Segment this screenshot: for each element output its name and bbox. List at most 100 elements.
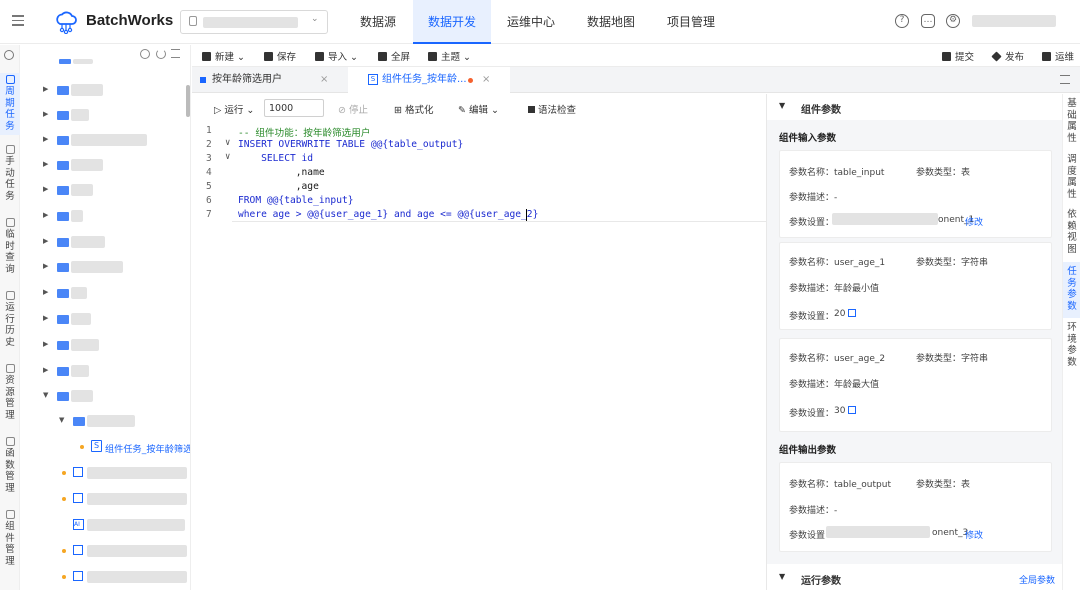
tree-folder[interactable]: ▶ [21,82,190,98]
tree-folder[interactable]: ▶ [21,157,190,173]
modify-link[interactable]: 修改 [965,528,983,541]
caret-right-icon: ▶ [43,237,49,245]
refresh-icon[interactable] [156,49,166,59]
leftnav-function-mgmt[interactable]: 函 数 管 理 [0,437,20,499]
edit-button[interactable]: ✎ 编辑 ⌄ [458,102,499,116]
format-button[interactable]: ⊞ 格式化 [394,102,434,116]
limit-input[interactable] [264,99,324,117]
edit-icon[interactable] [848,309,856,317]
leftnav-periodic-tasks[interactable]: 周 期 任 务 [0,73,20,135]
user-name-blurred[interactable] [972,15,1056,27]
project-selector[interactable]: ⌄ [180,10,328,34]
ai-file-icon: AI [73,519,84,530]
leftnav-label: 临 时 查 询 [5,229,15,275]
tree-folder[interactable]: ▶ [21,182,190,198]
help-icon[interactable]: ? [895,14,909,28]
tree-scrollbar[interactable] [186,85,190,117]
tree-file[interactable] [21,465,190,481]
message-icon[interactable]: … [921,14,935,28]
syntax-check-button[interactable]: 语法检查 [528,102,576,116]
leftnav-manual-tasks[interactable]: 手 动 任 务 [0,145,20,207]
resource-icon [5,364,15,373]
save-button[interactable]: 保存 [264,49,296,63]
input-params-title: 组件输入参数 [779,133,837,144]
tree-folder[interactable]: ▶ [21,132,190,148]
fullscreen-label: 全屏 [391,52,411,63]
panel-title: 组件参数 [801,105,841,116]
temp-query-icon [5,218,15,227]
leftnav-temp-query[interactable]: 临 时 查 询 [0,218,20,280]
tree-folder[interactable]: ▶ [21,107,190,123]
panel-header[interactable]: ▼ 组件参数 [767,94,1063,120]
tree-file[interactable] [21,543,190,559]
tab-task-params[interactable]: 任 务 参 数 [1063,262,1080,318]
nav-datasource[interactable]: 数据源 [345,0,411,44]
ops-button[interactable]: 运维 [1042,49,1074,63]
nav-data-dev[interactable]: 数据开发 [413,0,491,44]
tab-basic-props[interactable]: 基 础 属 性 [1063,96,1080,148]
fold-chevron-icon[interactable]: ∨ [225,152,230,162]
tab-component-task[interactable]: S 组件任务_按年龄... × [348,67,510,93]
search-icon[interactable] [4,50,14,60]
tab-env-params[interactable]: 环 境 参 数 [1063,320,1080,372]
stop-button[interactable]: ⊘ 停止 [338,102,368,116]
folder-name-blurred [71,236,105,248]
tree-file[interactable] [21,569,190,585]
nav-project-mgmt[interactable]: 项目管理 [656,0,726,44]
new-button[interactable]: 新建 ⌄ [202,49,245,63]
edit-icon[interactable] [848,406,856,414]
menu-toggle-icon[interactable] [12,15,24,27]
tree-file[interactable] [21,491,190,507]
locate-icon[interactable] [140,49,150,59]
fold-chevron-icon[interactable]: ∨ [225,138,230,148]
global-params-link[interactable]: 全局参数 [1019,573,1055,586]
param-name: 参数名称：user_age_2 [789,354,886,364]
modify-link[interactable]: 修改 [965,215,983,228]
publish-button[interactable]: 发布 [991,49,1024,63]
tab-dependency-view[interactable]: 依 赖 视 图 [1063,207,1080,259]
tree-folder[interactable]: ▶ [21,311,190,327]
folder-icon [57,238,69,247]
tree-file[interactable]: AI [21,517,190,533]
leftnav-resource-mgmt[interactable]: 资 源 管 理 [0,364,20,426]
folder-name-blurred [71,287,87,299]
submit-button[interactable]: 提交 [942,49,974,63]
tree-folder[interactable]: ▶ [21,208,190,224]
tree-folder[interactable]: ▶ [21,363,190,379]
text-cursor [526,209,527,221]
tree-folder[interactable]: ▶ [21,234,190,250]
folder-icon [57,341,69,350]
nav-data-map[interactable]: 数据地图 [576,0,646,44]
list-icon[interactable] [171,49,180,58]
nav-ops-center[interactable]: 运维中心 [496,0,566,44]
close-icon[interactable]: × [320,67,328,93]
code-line-7: where age > @@{user_age_1} and age <= @@… [238,209,539,220]
import-button[interactable]: 导入 ⌄ [315,49,358,63]
folder-name-blurred [71,210,83,222]
tree-folder[interactable]: ▶ [21,259,190,275]
leftnav-component-mgmt[interactable]: 组 件 管 理 [0,510,20,572]
param-type: 参数类型：表 [916,480,971,490]
tab-schedule-props[interactable]: 调 度 属 性 [1063,152,1080,204]
tree-subfolder-expanded[interactable]: ▼ [21,413,190,429]
run-params-header[interactable]: ▼ 运行参数 全局参数 [767,564,1063,590]
close-icon[interactable]: × [482,67,490,93]
shirt-icon [428,52,437,61]
top-bar: BatchWorks ⌄ 数据源 数据开发 运维中心 数据地图 项目管理 ? …… [0,0,1080,44]
tree-folder-expanded[interactable]: ▼ [21,388,190,404]
leftnav-run-history[interactable]: 运 行 历 史 [0,291,20,353]
tree-selected-item[interactable]: S 组件任务_按年龄筛选 [79,439,190,455]
run-button[interactable]: ▷ 运行 ⌄ [214,102,254,116]
tab-age-filter-users[interactable]: 按年龄筛选用户 × [192,67,344,93]
project-lock-icon [189,16,197,26]
fullscreen-button[interactable]: 全屏 [378,49,410,63]
theme-button[interactable]: 主题 ⌄ [428,49,471,63]
code-editor[interactable]: 1 2 3 4 5 6 7 ∨ ∨ -- 组件功能：按年龄筛选用户 INSERT… [192,122,766,590]
tab-list-icon[interactable] [1060,75,1070,84]
param-setting-label: 参数设置 [789,531,826,541]
send-icon [991,51,1002,62]
tree-folder[interactable]: ▶ [21,337,190,353]
tree-folder[interactable]: ▶ [21,285,190,301]
gear-icon[interactable]: ⚙ [946,14,960,28]
file-name-blurred [87,571,187,583]
